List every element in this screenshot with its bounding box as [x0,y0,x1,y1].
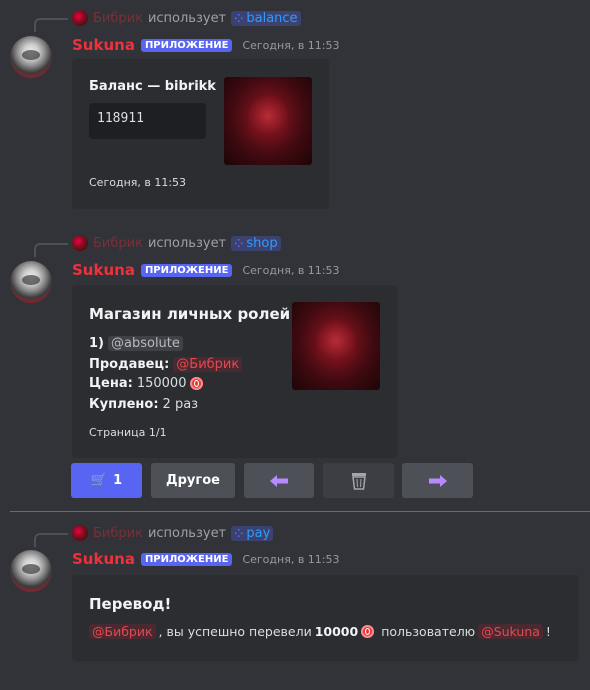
author-name[interactable]: Sukuna [72,550,135,568]
reply-avatar [72,235,88,251]
message-header: Sukuna ПРИЛОЖЕНИЕ Сегодня, в 11:53 [72,261,340,279]
transfer-text: , вы успешно перевели [158,624,312,639]
transfer-amount: 10000 [314,624,359,639]
other-label: Другое [166,473,220,488]
command-name: balance [246,10,298,26]
price-line: Цена: 150000 [89,376,204,391]
seller-label: Продавец: [89,357,170,372]
reply-reference[interactable]: Бибрик использует ⁘ shop [72,235,281,251]
embed-pay: Перевод! @Бибрик , вы успешно перевели 1… [72,575,579,661]
message-header: Sukuna ПРИЛОЖЕНИЕ Сегодня, в 11:53 [72,36,340,54]
buy-count: 1 [113,473,123,488]
embed-thumbnail[interactable] [224,77,312,165]
reply-connector [34,533,68,547]
avatar[interactable] [10,550,52,592]
embed-footer: Сегодня, в 11:53 [89,176,187,189]
command-name: pay [246,525,271,541]
new-messages-divider [10,511,590,512]
coin-icon [190,377,204,390]
reply-username[interactable]: Бибрик [93,11,143,26]
other-button[interactable]: Другое [151,463,235,498]
embed-thumbnail[interactable] [292,302,380,390]
embed-balance: Баланс — bibrikk 118911 Сегодня, в 11:53 [72,59,329,209]
app-badge: ПРИЛОЖЕНИЕ [140,552,233,566]
timestamp: Сегодня, в 11:53 [242,552,340,566]
app-badge: ПРИЛОЖЕНИЕ [140,263,233,277]
reply-uses-text: использует [147,10,227,26]
avatar[interactable] [10,261,52,303]
app-command-icon: ⁘ [234,526,244,540]
embed-title: Баланс — bibrikk [89,79,216,94]
arrow-left-icon [270,474,288,487]
shop-item-line: 1) @absolute [89,336,183,351]
transfer-to-text: пользователю [381,624,476,639]
reply-username[interactable]: Бибрик [93,236,143,251]
price-value: 150000 [136,376,187,391]
message-header: Sukuna ПРИЛОЖЕНИЕ Сегодня, в 11:53 [72,550,340,568]
avatar[interactable] [10,36,52,78]
balance-value: 118911 [89,103,206,139]
reply-uses-text: использует [147,235,227,251]
embed-shop: Магазин личных ролей 1) @absolute Продав… [72,285,397,458]
author-name[interactable]: Sukuna [72,36,135,54]
transfer-line: @Бибрик , вы успешно перевели 10000 поль… [89,624,551,639]
app-command-icon: ⁘ [234,11,244,25]
clear-button[interactable] [323,463,394,498]
reply-username[interactable]: Бибрик [93,526,143,541]
embed-footer: Страница 1/1 [89,426,167,439]
command-chip[interactable]: ⁘ balance [231,10,301,26]
role-mention[interactable]: @absolute [108,336,183,351]
app-command-icon: ⁘ [234,236,244,250]
item-number: 1) [89,336,104,351]
reply-connector [34,18,68,32]
bought-line: Куплено: 2 раз [89,397,198,412]
timestamp: Сегодня, в 11:53 [242,38,340,52]
seller-mention[interactable]: @Бибрик [173,357,243,372]
command-chip[interactable]: ⁘ pay [231,525,274,541]
timestamp: Сегодня, в 11:53 [242,263,340,277]
reply-reference[interactable]: Бибрик использует ⁘ balance [72,10,301,26]
buy-button[interactable]: 🛒 1 [71,463,142,498]
next-page-button[interactable] [402,463,473,498]
transfer-end: ! [545,624,551,639]
bought-value: 2 раз [162,397,199,412]
reply-connector [34,243,68,257]
coin-icon [361,625,375,638]
recipient-mention[interactable]: @Sukuna [478,624,543,639]
command-chip[interactable]: ⁘ shop [231,235,281,251]
reply-reference[interactable]: Бибрик использует ⁘ pay [72,525,274,541]
trash-icon [351,472,366,490]
sender-mention[interactable]: @Бибрик [89,624,156,639]
author-name[interactable]: Sukuna [72,261,135,279]
embed-title: Перевод! [89,595,172,613]
price-label: Цена: [89,376,133,391]
bought-label: Куплено: [89,397,159,412]
cart-icon: 🛒 [90,473,108,488]
reply-uses-text: использует [147,525,227,541]
seller-line: Продавец: @Бибрик [89,357,243,372]
command-name: shop [246,235,278,251]
reply-avatar [72,525,88,541]
reply-avatar [72,10,88,26]
arrow-right-icon [428,474,447,487]
embed-title: Магазин личных ролей [89,305,291,323]
prev-page-button[interactable] [244,463,314,498]
app-badge: ПРИЛОЖЕНИЕ [140,38,233,52]
